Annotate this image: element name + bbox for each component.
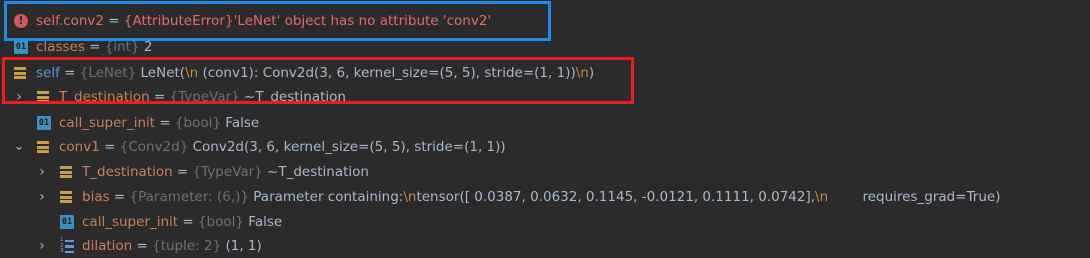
primitive-bool-icon: 01	[37, 116, 51, 130]
variable-line: T_destination = {TypeVar} ~T_destination	[82, 160, 369, 184]
variable-type: {bool}	[197, 214, 244, 230]
variable-row-self[interactable]: self = {LeNet} LeNet(\n (conv1): Conv2d(…	[0, 61, 1090, 85]
list-bar	[65, 250, 74, 253]
equals-sign: =	[99, 139, 120, 155]
list-bar	[65, 245, 74, 248]
field-icon	[37, 91, 49, 103]
variable-name: T_destination	[82, 164, 173, 180]
field-icon	[37, 141, 49, 153]
equals-sign: =	[178, 214, 198, 230]
equals-sign: =	[84, 39, 105, 55]
variable-name: dilation	[82, 238, 133, 254]
list-bar	[65, 239, 74, 242]
variable-value: (1, 1)	[221, 238, 262, 254]
expand-arrow-icon[interactable]: ›	[12, 85, 26, 109]
debugger-variables-tree: ! self.conv2 = {AttributeError}'LeNet' o…	[0, 0, 1090, 257]
variable-value: 2	[139, 39, 153, 55]
variable-name: call_super_init	[82, 214, 179, 230]
variable-line: T_destination = {TypeVar} ~T_destination	[59, 85, 346, 109]
variable-row-call-super-init[interactable]: 01 call_super_init = {bool} False	[0, 111, 1090, 135]
variable-type: {bool}	[174, 115, 221, 131]
expand-arrow-icon[interactable]: ›	[35, 234, 49, 258]
variable-row-classes[interactable]: 01 classes = {int} 2	[0, 35, 1090, 59]
variable-value: ~T_destination	[239, 89, 346, 105]
variable-line: self.conv2 = {AttributeError}'LeNet' obj…	[36, 9, 491, 33]
primitive-int-icon: 01	[14, 40, 28, 54]
equals-sign: =	[109, 189, 130, 205]
variable-name: self	[36, 65, 60, 81]
equals-sign: =	[132, 238, 153, 254]
equals-sign: =	[149, 89, 170, 105]
variable-line: conv1 = {Conv2d} Conv2d(3, 6, kernel_siz…	[59, 135, 506, 159]
expand-arrow-icon[interactable]: ›	[35, 160, 49, 184]
list-number-3: 3	[60, 248, 64, 254]
variable-value: ~T_destination	[262, 164, 369, 180]
variable-line: bias = {Parameter: (6,)} Parameter conta…	[82, 185, 1000, 209]
variable-value: Conv2d(3, 6, kernel_size=(5, 5), stride=…	[188, 139, 506, 155]
tuple-list-icon: 1 2 3	[60, 237, 74, 254]
variable-name: classes	[36, 39, 85, 55]
variable-row-conv1[interactable]: ⌄ conv1 = {Conv2d} Conv2d(3, 6, kernel_s…	[0, 135, 1090, 159]
variable-line: call_super_init = {bool} False	[59, 111, 259, 135]
equals-sign: =	[103, 13, 124, 29]
variable-value: requires_grad=True)	[828, 189, 1001, 205]
variable-name: self.conv2	[36, 13, 104, 29]
variable-name: call_super_init	[59, 115, 156, 131]
variable-value: False	[244, 214, 283, 230]
newline-escape: \n	[815, 189, 829, 205]
variable-row-call-super-init-conv1[interactable]: 01 call_super_init = {bool} False	[0, 210, 1090, 234]
newline-escape: \n	[185, 65, 199, 81]
error-message: {AttributeError}'LeNet' object has no at…	[123, 13, 492, 29]
variable-line: classes = {int} 2	[36, 35, 152, 59]
expand-arrow-icon[interactable]: ›	[35, 185, 49, 209]
newline-escape: \n	[575, 65, 589, 81]
variable-line: call_super_init = {bool} False	[82, 210, 282, 234]
equals-sign: =	[59, 65, 80, 81]
error-icon: !	[14, 14, 28, 28]
variable-type: {Parameter: (6,)}	[129, 189, 249, 205]
variable-row-dilation[interactable]: › 1 2 3 dilation = {tuple: 2} (1, 1)	[0, 234, 1090, 258]
variable-type: {LeNet}	[79, 65, 137, 81]
variable-row-self-conv2[interactable]: ! self.conv2 = {AttributeError}'LeNet' o…	[0, 9, 1090, 33]
variable-value: LeNet(	[136, 65, 186, 81]
variable-value: Parameter containing:	[248, 189, 404, 205]
variable-value: )	[588, 65, 595, 81]
variable-value: (conv1): Conv2d(3, 6, kernel_size=(5, 5)…	[198, 65, 576, 81]
newline-escape: \n	[403, 189, 417, 205]
variable-row-bias[interactable]: › bias = {Parameter: (6,)} Parameter con…	[0, 185, 1090, 209]
variable-name: T_destination	[59, 89, 150, 105]
variable-line: self = {LeNet} LeNet(\n (conv1): Conv2d(…	[36, 61, 594, 85]
variable-type: {int}	[104, 39, 140, 55]
variable-type: {TypeVar}	[169, 89, 240, 105]
field-icon	[60, 166, 72, 178]
variable-value: False	[221, 115, 260, 131]
field-icon	[60, 191, 72, 203]
variable-line: dilation = {tuple: 2} (1, 1)	[82, 234, 262, 258]
variable-row-t-destination[interactable]: › T_destination = {TypeVar} ~T_destinati…	[0, 85, 1090, 109]
variable-type: {Conv2d}	[119, 139, 189, 155]
variable-value: tensor([ 0.0387, 0.0632, 0.1145, -0.0121…	[416, 189, 816, 205]
variable-name: conv1	[59, 139, 100, 155]
equals-sign: =	[172, 164, 193, 180]
variable-row-t-destination-conv1[interactable]: › T_destination = {TypeVar} ~T_destinati…	[0, 160, 1090, 184]
variable-type: {tuple: 2}	[152, 238, 222, 254]
equals-sign: =	[155, 115, 175, 131]
collapse-arrow-icon[interactable]: ⌄	[12, 135, 26, 159]
variable-type: {TypeVar}	[192, 164, 263, 180]
variable-name: bias	[82, 189, 110, 205]
field-icon	[14, 67, 26, 79]
primitive-bool-icon: 01	[60, 215, 74, 229]
